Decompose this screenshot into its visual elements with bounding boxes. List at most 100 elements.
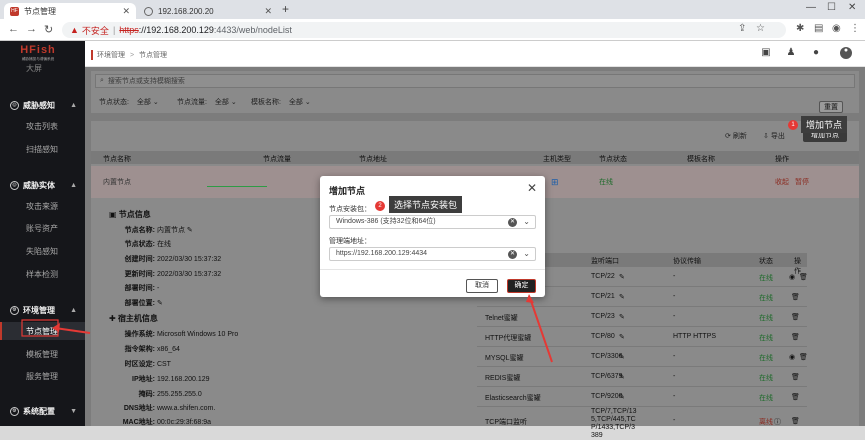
node-traffic-filter[interactable]: 节点流量: 全部 ⌄ [177, 97, 237, 107]
browser-tab-ip[interactable]: 192.168.200.20 ✕ [138, 3, 278, 19]
maximize-icon[interactable]: ☐ [827, 2, 836, 13]
kv-updated: 更新时间: 2022/03/30 15:37:32 [113, 269, 222, 279]
mgmt-address-value: https://192.168.200.129:4434 [336, 250, 428, 257]
trash-icon[interactable]: 🗑 [799, 353, 808, 361]
svc-port: TCP/9200 [591, 393, 623, 400]
sidebar-item-template-mgmt[interactable]: 模板管理 [0, 345, 85, 363]
browser-tab-nodes[interactable]: HF 节点管理 ✕ [4, 3, 136, 19]
reset-button[interactable]: 重置 [819, 101, 843, 113]
play-icon[interactable]: ◉ [789, 353, 795, 361]
sidebar-item-account-assets[interactable]: 账号资产 [0, 219, 85, 237]
trash-icon[interactable]: 🗑 [799, 273, 808, 281]
sidebar-item-compromise[interactable]: 失陷感知 [0, 242, 85, 260]
back-icon[interactable]: ← [8, 23, 19, 35]
chevron-down-icon[interactable]: ⌄ [523, 248, 530, 260]
edit-icon[interactable]: ✎ [619, 333, 625, 341]
kv-key: 部署位置: [124, 300, 155, 307]
profile-icon[interactable]: ◉ [832, 23, 841, 34]
close-icon[interactable]: ✕ [527, 181, 537, 195]
bookmark-star-icon[interactable]: ☆ [756, 23, 765, 34]
edit-icon[interactable]: ✎ [619, 393, 625, 401]
svc-proto: - [673, 273, 676, 280]
edit-icon[interactable]: ✎ [157, 300, 163, 307]
sidebar-item-attack-list[interactable]: 攻击列表 [0, 117, 85, 135]
kv-key: 指令架构: [124, 346, 155, 353]
close-icon[interactable]: ✕ [122, 6, 130, 17]
refresh-button[interactable]: ⟳ 刷新 [725, 131, 747, 141]
close-icon[interactable]: ✕ [264, 6, 272, 17]
sidebar-section-threat-perception[interactable]: ◎ 威胁感知 ▲ [0, 96, 85, 114]
edit-icon[interactable]: ✎ [619, 293, 625, 301]
chevron-down-icon[interactable]: ⌄ [523, 216, 530, 228]
chevron-down-icon: ⌄ [230, 99, 237, 106]
avatar[interactable]: ● [840, 47, 852, 59]
notification-bell-icon[interactable]: ♟ [785, 47, 797, 59]
table-row[interactable]: Elasticsearch蜜罐 TCP/9200 ✎ - 在线 🗑 [477, 388, 807, 407]
edit-icon[interactable]: ✎ [187, 227, 193, 234]
sidebar-item-service-mgmt[interactable]: 服务管理 [0, 367, 85, 385]
new-tab-icon[interactable]: + [282, 2, 289, 16]
kv-location: 部署位置: ✎ [113, 298, 163, 308]
trash-icon[interactable]: 🗑 [791, 293, 800, 301]
browser-tab-bar: HF 节点管理 ✕ 192.168.200.20 ✕ + — ☐ ✕ [0, 0, 865, 19]
windows-icon: ⊞ [551, 177, 559, 187]
sidebar-item-node-mgmt[interactable]: 节点管理 [0, 322, 85, 340]
sidebar-item-scan-perception[interactable]: 扫描感知 [0, 140, 85, 158]
chevron-down-icon: ⌄ [304, 99, 311, 106]
edit-icon[interactable]: ✎ [619, 273, 625, 281]
sidebar-item-bigscreen[interactable]: 大屏 [0, 61, 85, 75]
pause-link[interactable]: 暂停 [795, 177, 809, 187]
search-input[interactable]: ⌕ 搜索节点或支持模糊搜索 [95, 74, 855, 88]
trash-icon[interactable]: 🗑 [791, 313, 800, 321]
kv-value: 255.255.255.0 [156, 391, 202, 398]
edit-icon[interactable]: ✎ [619, 313, 625, 321]
sidebar-section-env-mgmt[interactable]: ⚙ 环境管理 ▲ [0, 301, 85, 319]
table-row[interactable]: REDIS蜜罐 TCP/6379 ✎ - 在线 🗑 [477, 368, 807, 387]
sidebar-section-sys-config[interactable]: ⚙ 系统配置 ▼ [0, 402, 85, 420]
confirm-button[interactable]: 确定 [507, 279, 536, 293]
extensions-icon[interactable]: ✱ [796, 23, 804, 34]
chat-icon[interactable]: ● [810, 47, 822, 59]
clear-icon[interactable]: ✕ [508, 218, 517, 227]
table-row[interactable]: HTTP代理蜜罐 TCP/80 ✎ HTTP HTTPS 在线 🗑 [477, 328, 807, 347]
edit-icon[interactable]: ✎ [619, 373, 625, 381]
kv-key: IP地址: [132, 376, 155, 383]
trash-icon[interactable]: 🗑 [791, 393, 800, 401]
minimize-icon[interactable]: — [806, 2, 816, 13]
table-row[interactable]: TCP端口监听 TCP/7,TCP/13 5,TCP/445,TC P/1433,… [477, 408, 807, 439]
tab-title: 节点管理 [24, 6, 56, 16]
table-row[interactable]: MYSQL蜜罐 TCP/3306 ✎ - 在线 ◉ 🗑 [477, 348, 808, 367]
svc-proto[interactable]: HTTP HTTPS [673, 333, 716, 340]
sidebar-section-threat-entity[interactable]: ◎ 威胁实体 ▲ [0, 176, 85, 194]
breadcrumb-root[interactable]: 环境管理 [97, 52, 125, 59]
mgmt-address-select[interactable]: https://192.168.200.129:4434 ✕ ⌄ [329, 247, 536, 261]
play-icon[interactable]: ◉ [789, 273, 795, 281]
share-icon[interactable]: ⇪ [738, 23, 746, 34]
chevron-down-icon: ⌄ [152, 99, 159, 106]
sidebar-toggle-icon[interactable]: ▤ [814, 23, 823, 34]
node-status-filter[interactable]: 节点状态: 全部 ⌄ [99, 97, 159, 107]
package-select[interactable]: Windows-386 (支持32位和64位) ✕ ⌄ [329, 215, 536, 229]
template-filter[interactable]: 模板名称: 全部 ⌄ [251, 97, 311, 107]
sidebar-item-attack-source[interactable]: 攻击来源 [0, 197, 85, 215]
url-field[interactable]: ▲ 不安全 | https ://192.168.200.129 :4433/w… [62, 22, 786, 38]
cancel-button[interactable]: 取消 [466, 279, 498, 293]
close-window-icon[interactable]: ✕ [848, 2, 856, 13]
export-button[interactable]: ⇩ 导出 [763, 131, 785, 141]
clear-icon[interactable]: ✕ [508, 250, 517, 259]
svc-status: 在线 [759, 335, 773, 342]
sidebar-item-sample-detect[interactable]: 样本检测 [0, 265, 85, 283]
table-row[interactable]: Telnet蜜罐 TCP/23 ✎ - 在线 🗑 [477, 308, 807, 327]
reload-icon[interactable]: ↻ [44, 23, 53, 36]
svc-port: TCP/3306 [591, 353, 623, 360]
trash-icon[interactable]: 🗑 [791, 417, 800, 425]
edit-icon[interactable]: ✎ [619, 353, 625, 361]
kv-value: 192.168.200.129 [156, 376, 210, 383]
trash-icon[interactable]: 🗑 [791, 333, 800, 341]
forward-icon[interactable]: → [26, 23, 37, 35]
menu-icon[interactable]: ⋮ [850, 23, 860, 34]
save-icon[interactable]: ▣ [760, 47, 772, 59]
trash-icon[interactable]: 🗑 [791, 373, 800, 381]
collapse-link[interactable]: 收起 [775, 177, 789, 187]
kv-ip: IP地址: 192.168.200.129 [103, 374, 210, 384]
